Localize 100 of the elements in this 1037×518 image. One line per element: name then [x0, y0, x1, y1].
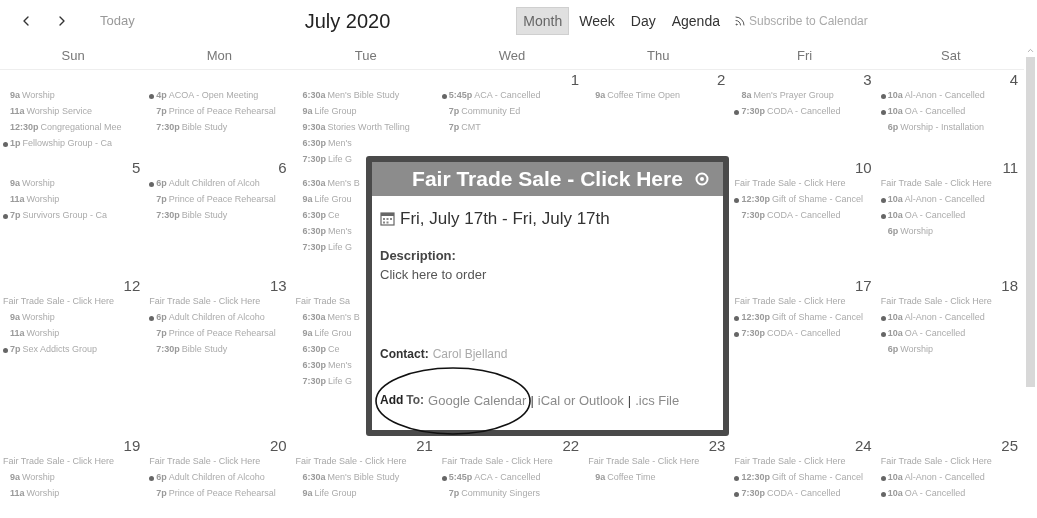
event-title[interactable]: Fair Trade Sale - Click Here: [880, 295, 992, 309]
event-title[interactable]: CODA - Cancelled: [766, 327, 841, 341]
event-title[interactable]: Men's B: [327, 311, 360, 325]
event-title[interactable]: ACA - Cancelled: [474, 471, 541, 485]
event-title[interactable]: Life Grou: [314, 193, 352, 207]
event-title[interactable]: Men's: [328, 225, 352, 239]
event-title[interactable]: Worship: [26, 327, 60, 341]
event-title[interactable]: Men's Bible Study: [327, 89, 400, 103]
view-tab[interactable]: Day: [624, 7, 662, 35]
event-title[interactable]: Life Grou: [314, 327, 352, 341]
event-title[interactable]: Worship: [22, 471, 55, 485]
contact-name[interactable]: Carol Bjelland: [432, 344, 508, 363]
event-title[interactable]: CODA - Cancelled: [766, 105, 841, 119]
event-time: 10a: [887, 471, 903, 485]
view-tab[interactable]: Week: [573, 7, 621, 35]
event-title[interactable]: Fair Trade Sale - Click Here: [588, 455, 700, 469]
event-title[interactable]: Worship: [26, 193, 60, 207]
event-title[interactable]: Congregational Mee: [40, 121, 122, 135]
event-title[interactable]: Stories Worth Telling: [327, 121, 410, 135]
event-title[interactable]: Bible Study: [181, 209, 228, 223]
event-title[interactable]: Bible Study: [181, 343, 228, 357]
event-title[interactable]: Gift of Shame - Cancel: [771, 193, 863, 207]
day-number: 10: [855, 160, 872, 176]
event-title[interactable]: OA - Cancelled: [904, 209, 966, 223]
event-title[interactable]: Fair Trade Sale - Click Here: [3, 295, 115, 309]
event-title[interactable]: Ce: [328, 209, 340, 223]
event-title[interactable]: Fair Trade Sale - Click Here: [295, 455, 407, 469]
add-to-link[interactable]: Google Calendar: [428, 390, 527, 410]
event-title[interactable]: OA - Cancelled: [904, 327, 966, 341]
view-tab[interactable]: Agenda: [665, 7, 726, 35]
event-title[interactable]: Fair Trade Sale - Click Here: [3, 455, 115, 469]
event-title[interactable]: Fellowship Group - Ca: [22, 137, 113, 151]
event-title[interactable]: OA - Cancelled: [904, 105, 966, 119]
event-title[interactable]: Al-Anon - Cancelled: [904, 193, 985, 207]
event-title[interactable]: Fair Trade Sale - Click Here: [880, 455, 992, 469]
event-title[interactable]: Ce: [328, 343, 340, 357]
event-title[interactable]: Fair Trade Sa: [295, 295, 351, 309]
event-title[interactable]: Men's Prayer Group: [753, 89, 834, 103]
event-title[interactable]: Survivors Group - Ca: [22, 209, 108, 223]
event-title[interactable]: Worship: [22, 311, 55, 325]
event-title[interactable]: OA - Cancelled: [904, 487, 966, 501]
event-title[interactable]: Prince of Peace Rehearsal: [168, 193, 276, 207]
event-title[interactable]: Life Group: [314, 105, 357, 119]
add-to-link[interactable]: iCal or Outlook: [537, 390, 624, 410]
event-title[interactable]: Adult Children of Alcoh: [168, 177, 260, 191]
event-title[interactable]: Worship: [22, 89, 55, 103]
event-title[interactable]: Coffee Time Open: [607, 89, 681, 103]
event-title[interactable]: Worship: [22, 177, 55, 191]
event-title[interactable]: Bible Study: [181, 121, 228, 135]
event-title[interactable]: Prince of Peace Rehearsal: [168, 105, 276, 119]
event-title[interactable]: Fair Trade Sale - Click Here: [149, 455, 261, 469]
close-icon[interactable]: [695, 172, 709, 186]
add-to-link[interactable]: .ics File: [635, 390, 680, 410]
event-title[interactable]: Fair Trade Sale - Click Here: [149, 295, 261, 309]
event-title[interactable]: Sex Addicts Group: [22, 343, 98, 357]
event-title[interactable]: Coffee Time: [607, 471, 656, 485]
today-button[interactable]: Today: [100, 11, 135, 31]
event-title[interactable]: Adult Children of Alcoho: [168, 311, 265, 325]
event-title[interactable]: Men's: [328, 359, 352, 373]
event-title[interactable]: Worship: [26, 487, 60, 501]
event-title[interactable]: Life G: [328, 375, 353, 389]
event-time: 7:30p: [302, 153, 327, 167]
event-title[interactable]: Men's Bible Study: [327, 471, 400, 485]
description-text: Click here to order: [380, 266, 488, 284]
event-title[interactable]: Worship - Installation: [900, 121, 985, 135]
event-title[interactable]: ACOA - Open Meeting: [168, 89, 259, 103]
event-title[interactable]: CMT: [461, 121, 481, 135]
event-title[interactable]: Adult Children of Alcoho: [168, 471, 265, 485]
event-title[interactable]: Worship Service: [26, 105, 92, 119]
event-title[interactable]: Al-Anon - Cancelled: [904, 471, 985, 485]
event-title[interactable]: Worship: [900, 225, 934, 239]
weekday-header: Sat: [940, 46, 962, 65]
event-title[interactable]: Fair Trade Sale - Click Here: [734, 455, 846, 469]
event-title[interactable]: Prince of Peace Rehearsal: [168, 487, 276, 501]
event-title[interactable]: Men's B: [327, 177, 360, 191]
weekday-header: Tue: [353, 46, 378, 65]
event-title[interactable]: Life G: [328, 241, 353, 255]
event-title[interactable]: Men's: [328, 137, 352, 151]
event-title[interactable]: Al-Anon - Cancelled: [904, 311, 985, 325]
scrollbar-thumb[interactable]: [1026, 57, 1035, 387]
event-title[interactable]: Al-Anon - Cancelled: [904, 89, 985, 103]
event-title[interactable]: Gift of Shame - Cancel: [771, 311, 863, 325]
event-title[interactable]: Fair Trade Sale - Click Here: [734, 295, 846, 309]
event-title[interactable]: ACA - Cancelled: [474, 89, 541, 103]
event-title[interactable]: Life Group: [314, 487, 357, 501]
subscribe-link[interactable]: Subscribe to Calendar: [749, 12, 868, 30]
event-title[interactable]: Community Ed: [461, 105, 521, 119]
event-title[interactable]: Fair Trade Sale - Click Here: [734, 177, 846, 191]
event-title[interactable]: Fair Trade Sale - Click Here: [441, 455, 553, 469]
event-time: 6:30p: [302, 343, 327, 357]
event-title[interactable]: Community Singers: [461, 487, 540, 501]
event-title[interactable]: Fair Trade Sale - Click Here: [880, 177, 992, 191]
event-title[interactable]: CODA - Cancelled: [766, 209, 841, 223]
weekday-header: Sun: [60, 46, 86, 65]
view-tab[interactable]: Month: [516, 7, 570, 35]
event-title[interactable]: Prince of Peace Rehearsal: [168, 327, 276, 341]
event-title[interactable]: CODA - Cancelled: [766, 487, 841, 501]
event-title[interactable]: Life G: [328, 153, 353, 167]
event-title[interactable]: Worship: [900, 343, 934, 357]
event-title[interactable]: Gift of Shame - Cancel: [771, 471, 863, 485]
